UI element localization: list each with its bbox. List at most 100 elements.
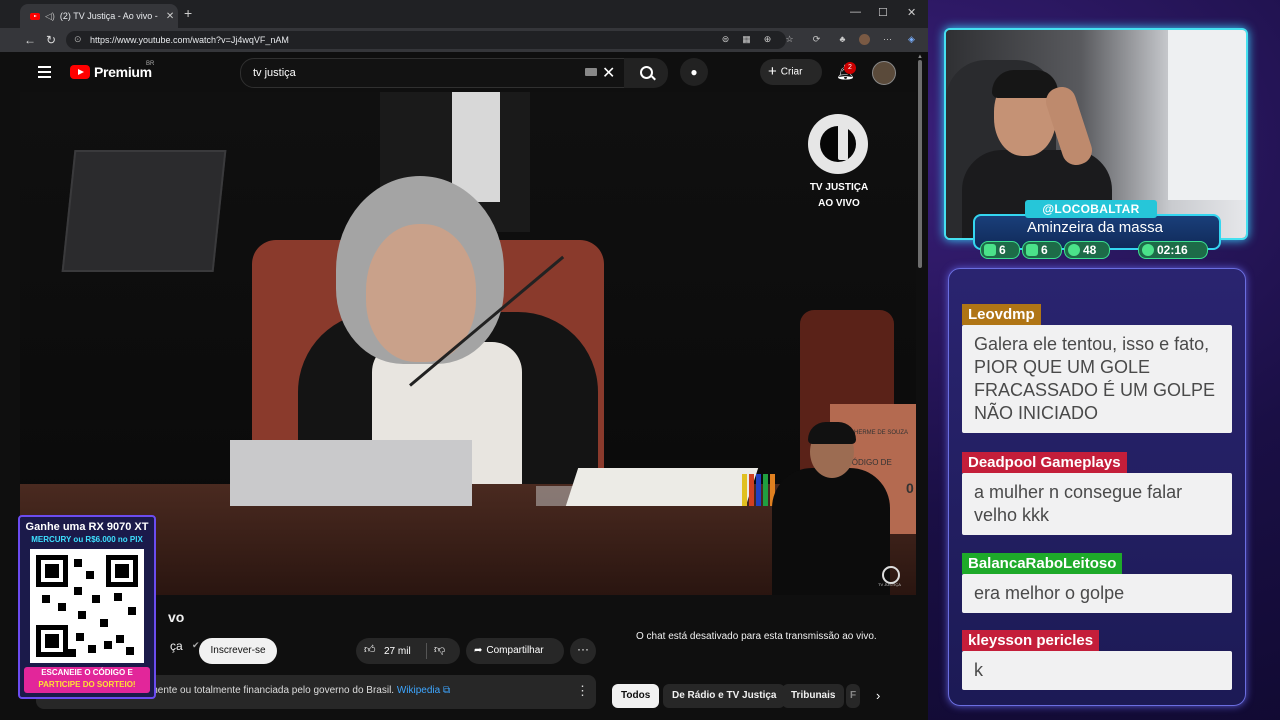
chat-disabled-message: O chat está desativado para esta transmi… <box>636 631 877 642</box>
youtube-icon <box>1026 243 1038 256</box>
youtube-favicon-icon <box>30 12 40 20</box>
streamer-handle: @LOCOBALTAR <box>1025 200 1157 218</box>
share-button[interactable]: ➦ Compartilhar <box>466 638 564 664</box>
youtube-brand[interactable]: Premium <box>94 64 152 80</box>
speaker-icon[interactable]: ◁) <box>45 11 55 22</box>
copilot-icon[interactable]: ◈ <box>906 34 917 45</box>
stat-viewers-value: 48 <box>1083 243 1097 257</box>
voice-search-button[interactable]: ● <box>680 58 708 86</box>
like-icon[interactable]: 👍︎ <box>364 643 376 656</box>
page-scrollbar[interactable] <box>918 60 922 268</box>
interpreter-hair <box>808 422 856 444</box>
like-count[interactable]: 27 mil <box>384 646 411 657</box>
share-label: Compartilhar <box>486 645 544 656</box>
raffle-overlay: Ganhe uma RX 9070 XT MERCURY ou R$6.000 … <box>18 515 156 699</box>
create-button[interactable]: + Criar <box>760 59 822 85</box>
chip-tribunais[interactable]: Tribunais <box>782 684 845 708</box>
extension-icon[interactable]: ⟳ <box>811 34 822 45</box>
menu-dots-icon[interactable]: ··· <box>882 34 893 45</box>
reload-icon[interactable]: ↻ <box>46 33 56 47</box>
apps-icon[interactable]: ▦ <box>741 34 752 45</box>
chat-message: BalancaRaboLeitoso era melhor o golpe <box>962 553 1232 613</box>
extensions-puzzle-icon[interactable]: ♣ <box>837 34 848 45</box>
chip-radio-tv-justica[interactable]: De Rádio e TV Justiça <box>663 684 786 708</box>
raffle-cta-line2: PARTICIPE DO SORTEIO! <box>38 680 136 689</box>
stat-youtube-value: 6 <box>1041 243 1048 257</box>
chat-text: a mulher n consegue falar velho kkk <box>962 473 1232 535</box>
raffle-headline: Ganhe uma RX 9070 XT <box>25 521 149 533</box>
plus-icon: + <box>768 63 777 80</box>
notifications-badge: 2 <box>844 62 856 74</box>
translate-icon[interactable]: ⊜ <box>720 34 731 45</box>
chips-next-icon[interactable]: › <box>876 688 880 703</box>
stat-chat: 6 <box>980 241 1020 259</box>
url-text: https://www.youtube.com/watch?v=Jj4wqVF_… <box>90 35 289 45</box>
minimize-icon[interactable]: — <box>850 6 861 18</box>
book-text-3: 0 <box>906 480 914 496</box>
close-tab-icon[interactable]: ✕ <box>166 11 174 22</box>
stat-timer: 02:16 <box>1138 241 1208 259</box>
search-input[interactable]: tv justiça ✕ <box>240 58 626 88</box>
wikipedia-link[interactable]: Wikipedia <box>397 685 440 696</box>
search-button[interactable] <box>624 58 668 88</box>
hamburger-menu-icon[interactable] <box>38 66 51 78</box>
paper-stack <box>565 468 759 506</box>
like-separator <box>426 643 427 659</box>
stat-youtube: 6 <box>1022 241 1062 259</box>
webcam-door <box>1168 30 1246 200</box>
profile-icon[interactable] <box>859 34 870 45</box>
tab-bar: ◁) (2) TV Justiça - Ao vivo - You ✕ + — … <box>0 0 928 28</box>
search-query: tv justiça <box>253 67 296 79</box>
chat-text: era melhor o golpe <box>962 574 1232 613</box>
subscribe-button[interactable]: Inscrever-se <box>199 638 277 664</box>
external-link-icon[interactable]: ⧉ <box>443 685 450 696</box>
stat-viewers: 48 <box>1064 241 1110 259</box>
tab-youtube[interactable]: ◁) (2) TV Justiça - Ao vivo - You ✕ <box>20 4 178 28</box>
qr-code[interactable] <box>30 549 144 663</box>
small-logo-text: TV JUSTIÇA <box>878 582 901 587</box>
tab-title: (2) TV Justiça - Ao vivo - You <box>59 11 160 21</box>
raffle-subline: MERCURY ou R$6.000 no PIX <box>31 535 143 544</box>
zoom-icon[interactable]: ⊕ <box>762 34 773 45</box>
logo-live-label: AO VIVO <box>818 198 860 209</box>
brand-country: BR <box>146 61 155 67</box>
create-label: Criar <box>780 66 803 78</box>
maximize-icon[interactable]: ☐ <box>878 6 888 19</box>
raffle-cta-line1: ESCANEIE O CÓDIGO E <box>41 668 133 677</box>
stat-timer-value: 02:16 <box>1157 243 1188 257</box>
channel-name[interactable]: ça <box>170 639 183 653</box>
video-title: vo <box>168 609 185 625</box>
chat-message: kleysson pericles k <box>962 630 1232 690</box>
microphone-icon: ● <box>690 65 698 79</box>
dislike-icon[interactable]: 👎︎ <box>434 643 445 656</box>
stream-title: Aminzeira da massa <box>1027 219 1163 236</box>
keyboard-icon[interactable] <box>585 68 597 76</box>
info-menu-icon[interactable]: ⋮ <box>576 683 589 699</box>
chat-username: kleysson pericles <box>962 630 1100 651</box>
clear-search-icon[interactable]: ✕ <box>602 63 615 83</box>
viewers-icon <box>1068 243 1080 256</box>
new-tab-icon[interactable]: + <box>184 5 192 21</box>
close-window-icon[interactable]: ✕ <box>907 6 916 19</box>
search-icon <box>640 66 653 79</box>
chat-message: Leovdmp Galera ele tentou, isso e fato, … <box>962 304 1232 433</box>
youtube-logo-icon[interactable] <box>70 65 90 79</box>
chat-text: Galera ele tentou, isso e fato, PIOR QUE… <box>962 325 1232 433</box>
interpreter-body <box>772 468 890 595</box>
tv-justica-logo-icon <box>808 114 868 174</box>
url-field[interactable]: ⊙ https://www.youtube.com/watch?v=Jj4wqV… <box>66 31 786 49</box>
background-shirt <box>452 92 500 202</box>
clock-icon <box>1142 243 1154 256</box>
more-actions-button[interactable]: ··· <box>570 638 596 664</box>
account-avatar[interactable] <box>872 61 896 85</box>
chat-username: BalancaRaboLeitoso <box>962 553 1123 574</box>
logo-channel-name: TV JUSTIÇA <box>809 182 869 193</box>
site-info-icon[interactable]: ⊙ <box>74 34 82 45</box>
chip-next-partial[interactable]: F <box>846 684 861 708</box>
back-icon[interactable]: ← <box>24 33 36 47</box>
chip-todos[interactable]: Todos <box>612 684 660 708</box>
favorite-star-icon[interactable]: ☆ <box>784 34 795 45</box>
share-arrow-icon: ➦ <box>474 645 483 656</box>
background-monitor <box>61 150 227 272</box>
laptop <box>230 440 472 506</box>
